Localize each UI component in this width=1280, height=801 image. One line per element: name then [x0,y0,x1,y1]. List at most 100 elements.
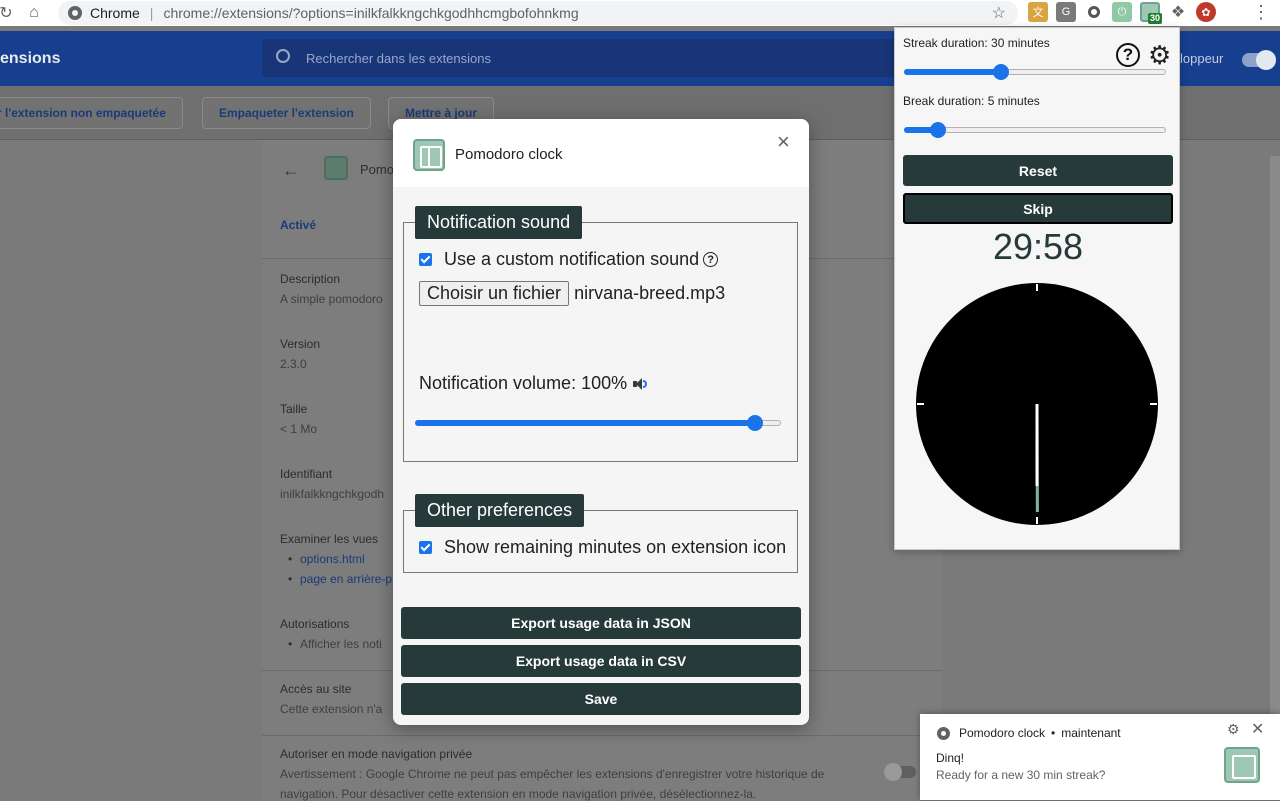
id-label: Identifiant [280,467,332,481]
extension-grammar-icon[interactable]: G [1056,2,1076,22]
back-arrow-icon[interactable]: ← [282,160,300,181]
dialog-header: Pomodoro clock × [393,119,809,187]
volume-label-row: Notification volume: 100% [419,373,647,394]
developer-mode-label: loppeur [1180,51,1223,66]
choose-file-button[interactable]: Choisir un fichier [419,281,569,306]
extension-logo [324,156,348,180]
chrome-icon [937,727,950,740]
incognito-warning-2: navigation. Pour désactiver cette extens… [280,787,880,801]
break-duration-label: Break duration: 5 minutes [903,94,1040,108]
volume-slider-thumb[interactable] [747,415,763,431]
volume-slider-fill [415,420,755,426]
chrome-icon [68,6,82,20]
profile-avatar-icon[interactable]: ✿ [1196,2,1216,22]
incognito-label: Autoriser en mode navigation privée [280,747,472,761]
close-icon[interactable]: ✕ [1251,719,1264,739]
pack-extension-button[interactable]: Empaqueter l'extension [202,97,371,129]
search-icon [276,49,290,63]
file-name: nirvana-breed.mp3 [574,283,725,304]
extension-status: Activé [280,218,316,232]
notification-app: Pomodoro clock [959,726,1045,740]
incognito-warning-1: Avertissement : Google Chrome ne peut pa… [280,767,880,781]
timer-display: 29:58 [895,226,1181,268]
notification-sound-group: Notification sound Use a custom notifica… [403,222,798,462]
page-scrollbar[interactable] [1270,156,1280,800]
export-csv-button[interactable]: Export usage data in CSV [401,645,801,677]
volume-slider[interactable] [415,415,781,431]
show-minutes-row: Show remaining minutes on extension icon [419,537,786,558]
custom-sound-row: Use a custom notification sound ? [419,249,718,270]
extension-icons: 文 G ⏻ 30 ❖ ✿ [1028,2,1216,22]
notification-sound-legend: Notification sound [415,206,582,239]
site-access-value: Cette extension n'a [280,702,382,716]
extension-circle-icon[interactable] [1084,2,1104,22]
pomodoro-extension-icon[interactable]: 30 [1140,2,1160,22]
view-link-background[interactable]: page en arrière-p [300,572,392,586]
export-json-button[interactable]: Export usage data in JSON [401,607,801,639]
notification-dot: • [1051,726,1055,740]
extension-name: Pomo [360,162,394,177]
incognito-toggle[interactable] [886,766,916,778]
address-url: chrome://extensions/?options=inilkfalkkn… [163,5,578,21]
help-icon[interactable]: ? [703,252,718,267]
skip-button[interactable]: Skip [903,193,1173,224]
other-preferences-group: Other preferences Show remaining minutes… [403,510,798,573]
close-icon[interactable]: × [777,131,790,153]
reset-button[interactable]: Reset [903,155,1173,186]
streak-slider-thumb[interactable] [993,64,1009,80]
bookmark-star-icon[interactable]: ☆ [992,3,1006,23]
size-label: Taille [280,402,307,416]
custom-sound-checkbox[interactable] [419,253,432,266]
notification-body: Ready for a new 30 min streak? [936,768,1105,782]
permission-item: Afficher les noti [300,637,382,651]
developer-mode-toggle[interactable] [1242,53,1274,67]
save-button[interactable]: Save [401,683,801,715]
notification-header: Pomodoro clock • maintenant [937,726,1121,740]
options-dialog: Pomodoro clock × Notification sound Use … [393,119,809,725]
clock-face [915,282,1159,526]
site-access-label: Accès au site [280,682,351,696]
extensions-search-placeholder: Rechercher dans les extensions [306,51,491,66]
speaker-icon [633,378,647,390]
show-minutes-checkbox[interactable] [419,541,432,554]
chrome-menu-icon[interactable]: ⋮ [1252,2,1270,23]
extension-translate-icon[interactable]: 文 [1028,2,1048,22]
extensions-puzzle-icon[interactable]: ❖ [1168,2,1188,22]
pomodoro-logo-icon [413,139,445,171]
address-site-label: Chrome [90,5,140,21]
break-slider-thumb[interactable] [930,122,946,138]
streak-duration-slider[interactable] [904,64,1166,80]
view-link-options[interactable]: options.html [300,552,365,566]
streak-duration-label: Streak duration: 30 minutes [903,36,1050,50]
description-label: Description [280,272,340,286]
extension-power-icon[interactable]: ⏻ [1112,2,1132,22]
views-label: Examiner les vues [280,532,378,546]
pomodoro-popup: Streak duration: 30 minutes ? ⚙ Break du… [894,27,1180,550]
permissions-label: Autorisations [280,617,349,631]
desktop-notification[interactable]: Pomodoro clock • maintenant ⚙ ✕ Dinq! Re… [920,714,1280,800]
volume-label: Notification volume: 100% [419,373,627,394]
description-value: A simple pomodoro [280,292,383,306]
reload-icon[interactable]: ↻ [0,0,20,26]
file-picker-row: Choisir un fichier nirvana-breed.mp3 [419,281,725,306]
load-unpacked-button[interactable]: r l'extension non empaquetée [0,97,183,129]
size-value: < 1 Mo [280,422,317,436]
version-label: Version [280,337,320,351]
address-separator: | [150,5,154,21]
break-duration-slider[interactable] [904,122,1166,138]
address-bar[interactable]: Chrome | chrome://extensions/?options=in… [58,1,1018,25]
pomodoro-badge: 30 [1148,13,1162,24]
extensions-search-input[interactable]: Rechercher dans les extensions [262,39,902,77]
pomodoro-logo-icon [1224,747,1260,783]
divider [262,735,942,736]
custom-sound-label: Use a custom notification sound [444,249,699,270]
dialog-title: Pomodoro clock [455,146,563,163]
browser-toolbar: ↻ ⌂ Chrome | chrome://extensions/?option… [0,0,1280,26]
gear-icon[interactable]: ⚙ [1227,721,1240,738]
version-value: 2.3.0 [280,357,307,371]
home-icon[interactable]: ⌂ [20,0,48,26]
other-preferences-legend: Other preferences [415,494,584,527]
extensions-title: ensions [0,50,60,68]
id-value: inilkfalkkngchkgodh [280,487,384,501]
notification-time: maintenant [1061,726,1120,740]
